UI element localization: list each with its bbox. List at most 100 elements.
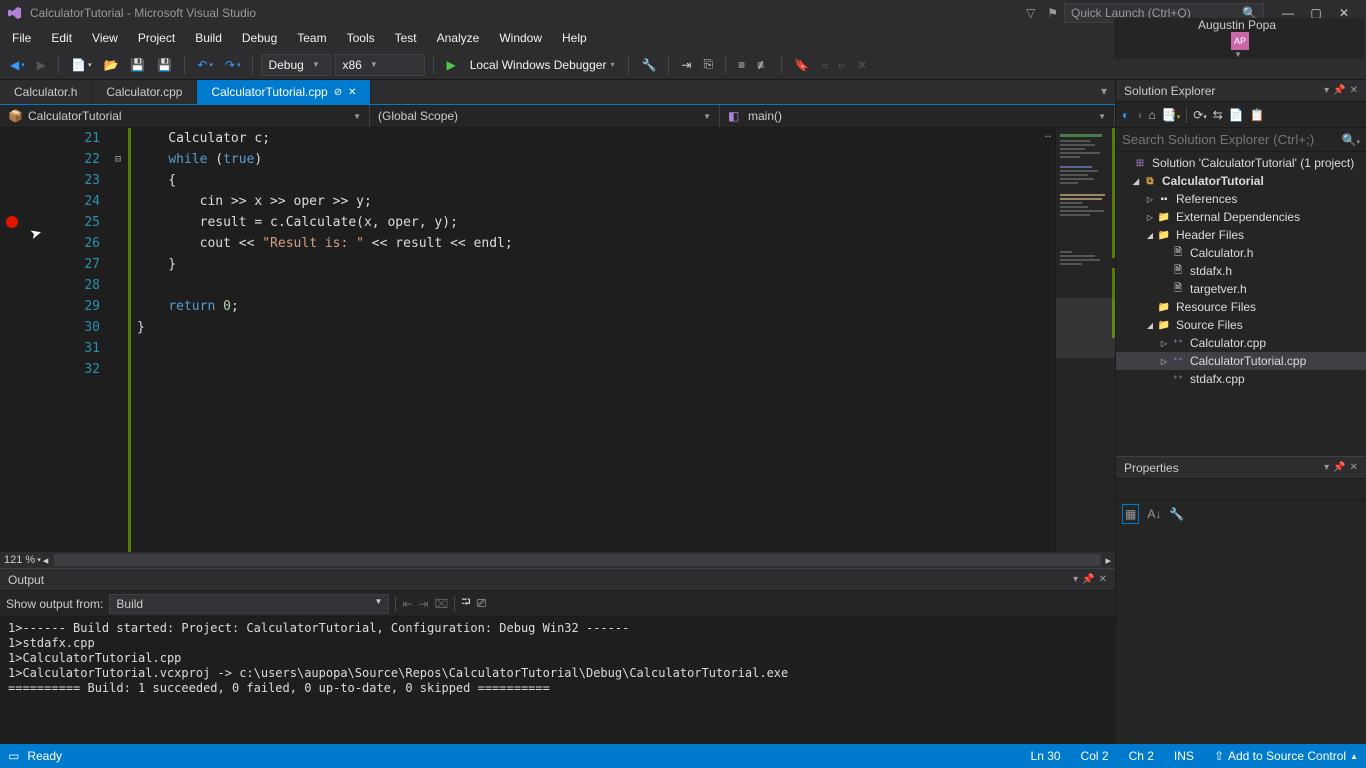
scroll-left[interactable]: ◂ <box>43 554 49 567</box>
menu-tools[interactable]: Tools <box>337 28 385 48</box>
menu-project[interactable]: Project <box>128 28 185 48</box>
h-scrollbar[interactable] <box>54 554 1101 566</box>
tree-h1[interactable]: 🗎Calculator.h <box>1116 244 1366 262</box>
source-control-label[interactable]: Add to Source Control <box>1228 749 1346 763</box>
output-text[interactable]: 1>------ Build started: Project: Calcula… <box>0 617 1115 744</box>
zoom-caret[interactable]: ▾ <box>37 556 41 564</box>
props-pin-icon[interactable]: 📌 <box>1333 462 1345 473</box>
tb-bm-clear[interactable]: ✕ <box>853 56 871 74</box>
start-debug-button[interactable]: ▶ <box>442 56 459 74</box>
save-all-button[interactable]: 💾 <box>153 56 176 74</box>
notification-icon[interactable]: ▽ <box>1026 6 1035 20</box>
props-alpha-icon[interactable]: A↓ <box>1147 507 1161 521</box>
nav-back-button[interactable]: ◀▾ <box>6 56 29 74</box>
tree-s3[interactable]: ⁺⁺stdafx.cpp <box>1116 370 1366 388</box>
tree-h3[interactable]: 🗎targetver.h <box>1116 280 1366 298</box>
tb-bookmark[interactable]: 🔖 <box>790 56 813 74</box>
se-pin-icon[interactable]: 📌 <box>1333 85 1345 96</box>
nav-scope-func[interactable]: ◧ main()▼ <box>720 105 1115 127</box>
se-search-input[interactable] <box>1122 132 1342 147</box>
tab-Calculator-h[interactable]: Calculator.h <box>0 80 92 104</box>
se-collapse-icon[interactable]: ⇆ <box>1213 108 1223 122</box>
tree-headers[interactable]: ◢📁Header Files <box>1116 226 1366 244</box>
out-btn-3[interactable]: ⌧ <box>435 597 449 611</box>
panel-close-icon[interactable]: ✕ <box>1099 574 1107 585</box>
minimap[interactable] <box>1055 128 1115 552</box>
nav-fwd-button[interactable]: ▶ <box>33 56 50 74</box>
props-pages-icon[interactable]: 🔧 <box>1169 507 1184 521</box>
redo-button[interactable]: ↷▾ <box>221 56 245 74</box>
props-options-caret[interactable]: ▾ <box>1324 462 1329 473</box>
tb-comment[interactable]: ≡ <box>734 56 749 74</box>
menu-file[interactable]: File <box>2 28 41 48</box>
status-col[interactable]: Col 2 <box>1081 749 1109 763</box>
solution-tree[interactable]: ⊞Solution 'CalculatorTutorial' (1 projec… <box>1116 152 1366 456</box>
status-ins[interactable]: INS <box>1174 749 1194 763</box>
tab-Calculator-cpp[interactable]: Calculator.cpp <box>92 80 197 104</box>
se-props-icon[interactable]: 📋 <box>1250 108 1265 122</box>
debug-target-dropdown[interactable]: Local Windows Debugger▾ <box>464 54 621 76</box>
open-file-button[interactable]: 📂 <box>99 56 122 74</box>
menu-window[interactable]: Window <box>489 28 552 48</box>
save-button[interactable]: 💾 <box>126 56 149 74</box>
se-back-icon[interactable]: ◐ <box>1122 108 1129 122</box>
undo-button[interactable]: ↶▾ <box>193 56 217 74</box>
tree-project[interactable]: ◢⧉CalculatorTutorial <box>1116 172 1366 190</box>
menu-test[interactable]: Test <box>385 28 427 48</box>
out-wrap-icon[interactable]: ⮒ <box>461 593 470 614</box>
tree-res[interactable]: 📁Resource Files <box>1116 298 1366 316</box>
new-project-button[interactable]: 📄▾ <box>67 56 95 74</box>
menu-build[interactable]: Build <box>185 28 232 48</box>
se-refresh-icon[interactable]: ⟳▾ <box>1193 108 1207 122</box>
tab-overflow-caret[interactable]: ▾ <box>1093 80 1115 104</box>
se-fwd-icon[interactable]: ◑ <box>1135 108 1142 122</box>
props-categorized-icon[interactable]: ▦ <box>1122 504 1139 524</box>
tb-icon-1[interactable]: 🔧 <box>637 56 660 74</box>
feedback-icon[interactable]: ⚑ <box>1047 6 1058 20</box>
tb-icon-3[interactable]: ⎘ <box>699 55 717 74</box>
se-options-caret[interactable]: ▾ <box>1324 85 1329 96</box>
tree-refs[interactable]: ▷▪▪References <box>1116 190 1366 208</box>
config-dropdown[interactable]: Debug▼ <box>261 54 331 76</box>
out-btn-1[interactable]: ⇤ <box>402 597 412 611</box>
user-name[interactable]: Augustin Popa <box>1198 18 1276 32</box>
tab-CalculatorTutorial-cpp[interactable]: CalculatorTutorial.cpp⊘✕ <box>197 80 371 104</box>
tree-s1[interactable]: ▷⁺⁺Calculator.cpp <box>1116 334 1366 352</box>
scroll-right[interactable]: ▸ <box>1105 554 1111 567</box>
tree-sources[interactable]: ◢📁Source Files <box>1116 316 1366 334</box>
menu-team[interactable]: Team <box>287 28 336 48</box>
menu-debug[interactable]: Debug <box>232 28 287 48</box>
tree-solution[interactable]: ⊞Solution 'CalculatorTutorial' (1 projec… <box>1116 154 1366 172</box>
props-close-icon[interactable]: ✕ <box>1350 462 1358 473</box>
nav-scope-project[interactable]: 📦 CalculatorTutorial▼ <box>0 105 370 127</box>
menu-edit[interactable]: Edit <box>41 28 82 48</box>
tree-s2[interactable]: ▷⁺⁺CalculatorTutorial.cpp <box>1116 352 1366 370</box>
se-close-icon[interactable]: ✕ <box>1350 85 1358 96</box>
out-btn-2[interactable]: ⇥ <box>418 597 428 611</box>
status-ch[interactable]: Ch 2 <box>1129 749 1154 763</box>
split-icon[interactable]: ↔ <box>1041 128 1055 143</box>
se-show-all-icon[interactable]: 📄 <box>1229 108 1244 122</box>
menu-help[interactable]: Help <box>552 28 597 48</box>
panel-pin-icon[interactable]: 📌 <box>1082 574 1094 585</box>
tb-bm-prev[interactable]: ◃ <box>817 56 831 74</box>
se-sync-icon[interactable]: 📑▾ <box>1162 108 1180 122</box>
se-home-icon[interactable]: ⌂ <box>1149 108 1156 122</box>
breakpoint-marker[interactable] <box>6 216 18 228</box>
tree-h2[interactable]: 🗎stdafx.h <box>1116 262 1366 280</box>
source-control-caret[interactable]: ▲ <box>1350 752 1358 761</box>
source-control-icon[interactable]: ⇧ <box>1214 749 1224 763</box>
menu-analyze[interactable]: Analyze <box>427 28 490 48</box>
tb-icon-2[interactable]: ⇥ <box>677 56 695 74</box>
user-menu-caret[interactable]: ▼ <box>1234 50 1242 59</box>
panel-options-caret[interactable]: ▾ <box>1073 574 1078 585</box>
tb-bm-next[interactable]: ▹ <box>835 56 849 74</box>
user-avatar[interactable]: AP <box>1231 32 1249 50</box>
menu-view[interactable]: View <box>82 28 128 48</box>
out-clear-icon[interactable]: ⎚ <box>477 596 487 611</box>
nav-scope-global[interactable]: (Global Scope)▼ <box>370 105 720 127</box>
tree-extdep[interactable]: ▷📁External Dependencies <box>1116 208 1366 226</box>
code-editor[interactable]: 212223242526272829303132 ⊟ Calculator c;… <box>0 128 1115 552</box>
platform-dropdown[interactable]: x86▼ <box>335 54 425 76</box>
output-source-dropdown[interactable]: Build▼ <box>109 594 389 614</box>
